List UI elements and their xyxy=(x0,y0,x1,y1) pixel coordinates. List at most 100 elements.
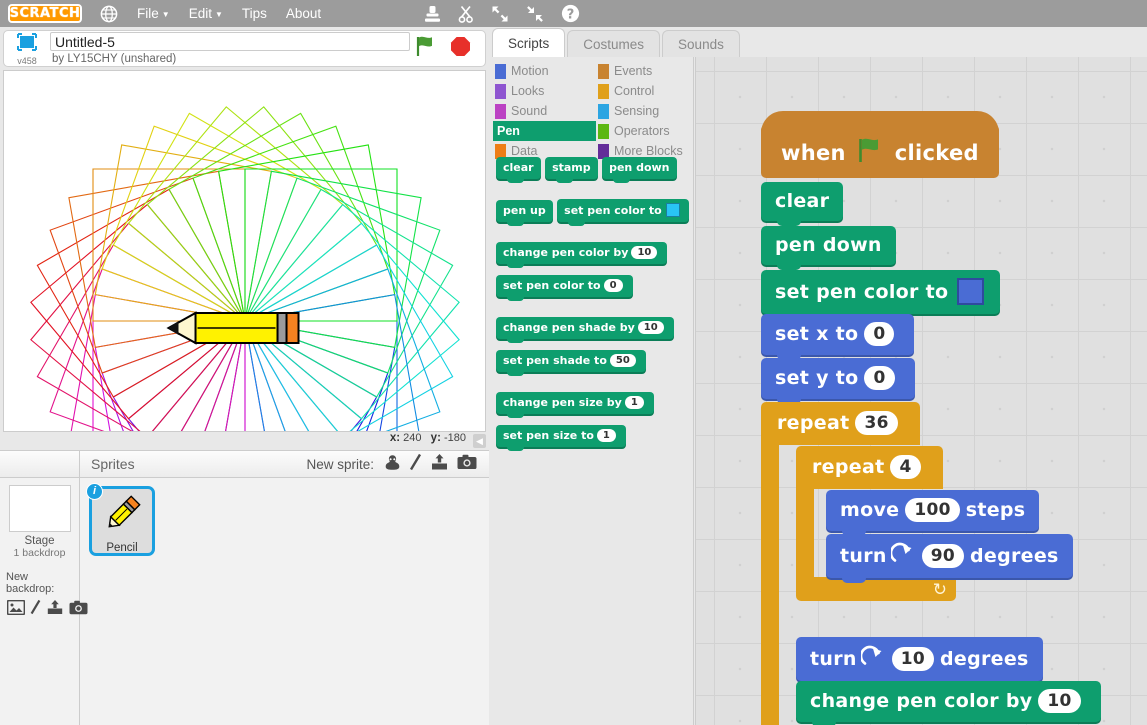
menu-about-label: About xyxy=(285,6,322,21)
script-block-turn-90[interactable]: turn 90 degrees xyxy=(826,534,1073,583)
pencil-thumbnail-icon xyxy=(100,492,144,541)
block-input[interactable]: 0 xyxy=(864,366,895,390)
scratch-logo[interactable]: SCRATCH xyxy=(8,4,82,23)
script-block-set-x[interactable]: set x to 0 xyxy=(761,314,915,360)
block-input[interactable]: 50 xyxy=(609,353,636,367)
palette-block-set-pen-size-to[interactable]: set pen size to 1 xyxy=(496,424,626,451)
palette-block-change-pen-size-by[interactable]: change pen size by 1 xyxy=(496,391,654,418)
palette-block-stamp[interactable]: stamp xyxy=(545,157,598,183)
palette-block-pen-up[interactable]: pen up xyxy=(496,199,553,226)
category-operators[interactable]: Operators xyxy=(596,121,696,141)
tab-sounds[interactable]: Sounds xyxy=(662,30,740,57)
stage-thumbnail[interactable] xyxy=(8,485,71,532)
block-input[interactable]: 10 xyxy=(637,320,664,334)
category-label: Sensing xyxy=(614,104,660,118)
block-input[interactable]: 10 xyxy=(891,646,934,671)
globe-icon[interactable] xyxy=(100,5,118,23)
upload-backdrop-icon[interactable] xyxy=(46,599,64,620)
script-block-pen-down[interactable]: pen down xyxy=(761,226,896,270)
block-input[interactable]: 1 xyxy=(596,428,616,442)
block-input[interactable]: 36 xyxy=(855,411,898,435)
version-label: v458 xyxy=(17,56,37,66)
green-flag-icon[interactable] xyxy=(415,35,436,62)
pen-color-swatch[interactable] xyxy=(665,203,680,217)
block-label: repeat xyxy=(812,456,885,478)
category-sound[interactable]: Sound xyxy=(493,101,596,121)
category-events[interactable]: Events xyxy=(596,61,696,81)
palette-block-set-pen-color-to[interactable]: set pen color to 0 xyxy=(496,274,633,301)
script-block-set-pen-color[interactable]: set pen color to xyxy=(761,270,1001,319)
script-block-when-flag-clicked[interactable]: when clicked xyxy=(761,111,999,178)
block-input[interactable]: 90 xyxy=(921,543,964,568)
category-control[interactable]: Control xyxy=(596,81,696,101)
palette-block-pen-down[interactable]: pen down xyxy=(602,157,677,183)
block-label: turn xyxy=(840,544,887,567)
category-label: Looks xyxy=(511,84,545,98)
project-title-input[interactable] xyxy=(50,32,410,52)
stage-controls xyxy=(415,35,471,62)
choose-backdrop-icon[interactable] xyxy=(6,599,26,620)
coord-y-label: y: xyxy=(430,432,441,444)
block-input[interactable]: 100 xyxy=(905,498,960,522)
paint-backdrop-icon[interactable] xyxy=(30,599,41,620)
tab-scripts[interactable]: Scripts xyxy=(492,28,566,57)
stage-drawing xyxy=(30,106,460,431)
category-label: Motion xyxy=(511,64,549,78)
palette-block-clear[interactable]: clear xyxy=(496,157,541,183)
category-sensing[interactable]: Sensing xyxy=(596,101,696,121)
grow-icon[interactable] xyxy=(491,5,509,23)
category-looks[interactable]: Looks xyxy=(493,81,596,101)
stage-backdrop-count: 1 backdrop xyxy=(13,547,66,559)
palette-block-change-pen-color-by[interactable]: change pen color by 10 xyxy=(496,241,668,268)
hat-pre-label: when xyxy=(781,140,846,165)
block-palette: Motion Events Looks Control Sound Sensin… xyxy=(489,57,694,725)
coord-y-value: -180 xyxy=(443,432,466,444)
script-block-move[interactable]: move 100 steps xyxy=(826,490,1040,536)
chevron-down-icon: ▼ xyxy=(214,9,223,19)
block-input[interactable]: 4 xyxy=(890,455,921,479)
menu-about[interactable]: About xyxy=(286,6,321,21)
scissors-delete-icon[interactable] xyxy=(458,5,474,23)
stop-sign-icon[interactable] xyxy=(450,36,471,62)
sprite-info-badge[interactable]: i xyxy=(86,483,103,500)
block-label: steps xyxy=(965,499,1026,521)
stage-canvas[interactable] xyxy=(3,70,486,432)
repeat-outer-header[interactable]: repeat 36 xyxy=(761,402,920,445)
menu-edit[interactable]: Edit ▼ xyxy=(189,6,223,21)
choose-sprite-icon[interactable] xyxy=(384,454,401,476)
paint-sprite-icon[interactable] xyxy=(409,453,422,476)
category-pen[interactable]: Pen xyxy=(493,121,596,141)
sprite-item-pencil[interactable]: i Pencil xyxy=(86,483,155,556)
help-icon[interactable]: ? xyxy=(561,4,580,23)
pen-color-swatch[interactable] xyxy=(957,278,985,305)
block-input[interactable]: 10 xyxy=(631,245,658,259)
script-block-turn-10[interactable]: turn 10 degrees xyxy=(796,637,1043,686)
block-input[interactable]: 1 xyxy=(624,395,644,409)
fullscreen-button[interactable]: v458 xyxy=(12,31,42,66)
shrink-icon[interactable] xyxy=(526,5,544,23)
category-label: Events xyxy=(614,64,653,78)
script-block-change-pen-color[interactable]: change pen color by 10 xyxy=(796,681,1101,725)
script-block-clear[interactable]: clear xyxy=(761,182,844,226)
palette-block-set-pen-color-swatch[interactable]: set pen color to xyxy=(557,199,689,226)
repeat-inner-header[interactable]: repeat 4 xyxy=(796,446,943,489)
category-motion[interactable]: Motion xyxy=(493,61,596,81)
camera-sprite-icon[interactable] xyxy=(457,454,477,475)
menu-tips[interactable]: Tips xyxy=(242,6,267,21)
stage-selector-column[interactable]: Stage 1 backdrop New backdrop: xyxy=(0,478,88,725)
upload-sprite-icon[interactable] xyxy=(430,453,449,476)
palette-block-set-pen-shade-to[interactable]: set pen shade to 50 xyxy=(496,349,646,376)
block-input[interactable]: 10 xyxy=(1038,689,1081,713)
tab-costumes[interactable]: Costumes xyxy=(567,30,661,57)
scripts-canvas[interactable]: when clicked clear pen down set pen colo… xyxy=(695,57,1147,725)
palette-block-change-pen-shade-by[interactable]: change pen shade by 10 xyxy=(496,316,674,343)
menu-file[interactable]: File ▼ xyxy=(137,6,170,21)
block-input[interactable]: 0 xyxy=(864,322,895,346)
stamp-duplicate-icon[interactable] xyxy=(424,5,441,23)
block-label: change pen size by xyxy=(503,395,622,409)
stage-collapse-arrow-icon[interactable]: ◀ xyxy=(473,434,486,448)
block-label: set x to xyxy=(775,323,859,345)
editor-tabs: Scripts Costumes Sounds xyxy=(492,28,742,57)
script-block-set-y[interactable]: set y to 0 xyxy=(761,358,915,404)
block-input[interactable]: 0 xyxy=(603,278,623,292)
